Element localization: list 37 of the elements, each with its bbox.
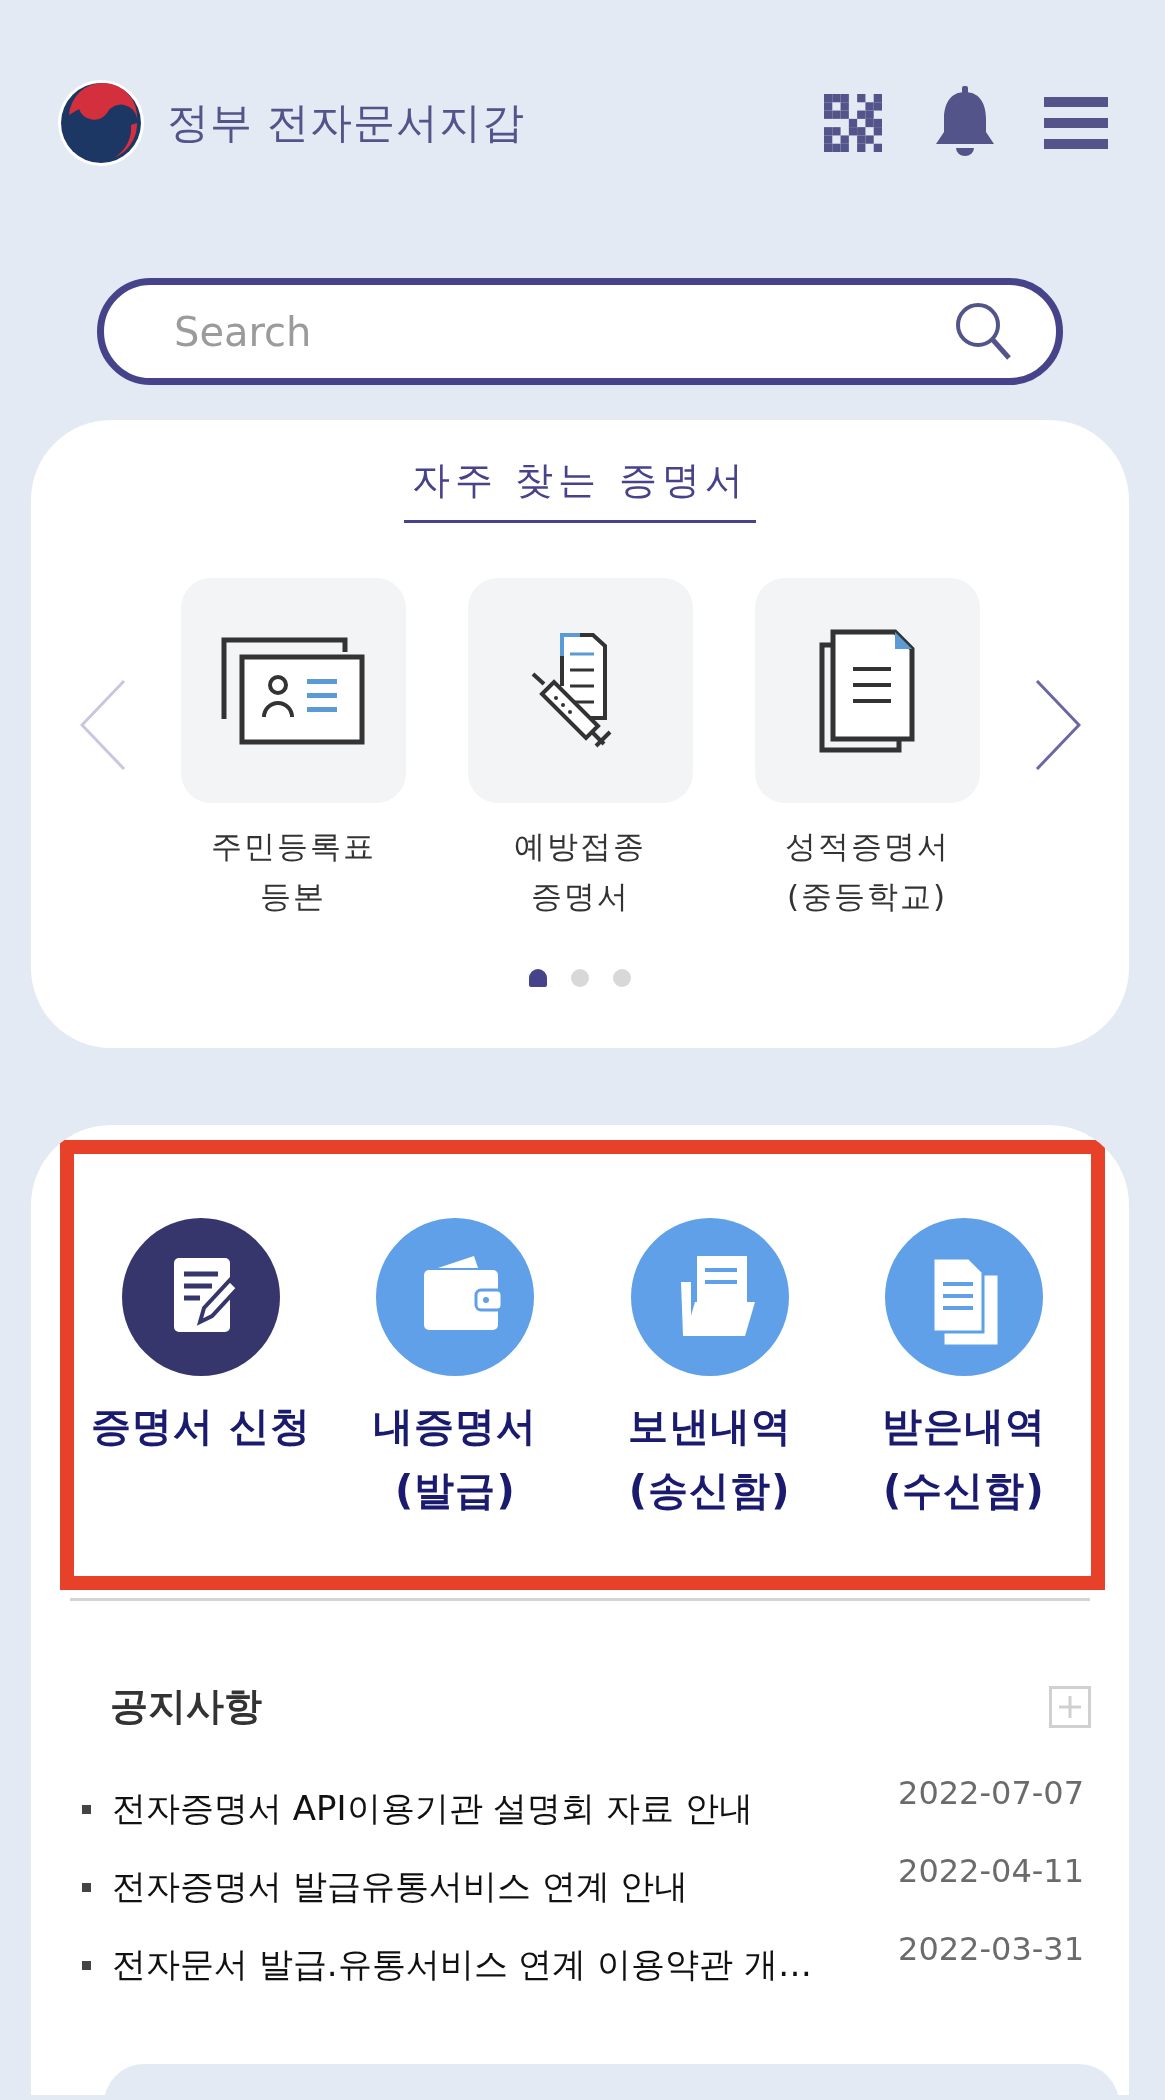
search-icon[interactable] — [953, 300, 1013, 362]
shortcut-label[interactable]: 증명서 신청 — [91, 1394, 312, 1458]
notice-date: 2022-07-07 — [898, 1774, 1084, 1812]
shortcut-label[interactable]: 내증명서 (발급) — [373, 1394, 538, 1522]
page-dot[interactable] — [613, 969, 631, 987]
certificate-tile[interactable] — [754, 578, 980, 803]
section-title: 자주 찾는 증명서 — [404, 455, 756, 523]
page-dot[interactable] — [571, 969, 589, 987]
notice-link[interactable]: 전자증명서 발급유통서비스 연계 안내 — [112, 1864, 899, 1910]
id-card-icon — [221, 636, 365, 745]
certificate-label[interactable]: 예방접종 증명서 — [514, 821, 646, 921]
folder-icon[interactable] — [630, 1218, 789, 1376]
certificate-tile[interactable] — [467, 578, 693, 803]
shortcut-label[interactable]: 보낸내역 (송신함) — [627, 1394, 792, 1522]
bullet-icon — [82, 1804, 91, 1814]
note-pencil-icon[interactable] — [122, 1218, 281, 1376]
notice-link[interactable]: 전자문서 발급.유통서비스 연계 이용약관 개… — [112, 1942, 899, 1988]
bullet-icon — [82, 1960, 91, 1970]
certificate-tile[interactable] — [180, 578, 406, 803]
shortcut-label[interactable]: 받은내역 (수신함) — [881, 1394, 1046, 1522]
menu-icon[interactable] — [1044, 97, 1108, 149]
certificate-label[interactable]: 주민등록표 등본 — [210, 821, 376, 921]
chevron-right-icon[interactable] — [1034, 680, 1081, 770]
documents-icon[interactable] — [884, 1218, 1043, 1376]
app-title: 정부 전자문서지갑 — [167, 97, 526, 149]
page-dot[interactable] — [529, 969, 547, 987]
certificate-label[interactable]: 성적증명서 (중등학교) — [784, 821, 950, 921]
bullet-icon — [82, 1882, 91, 1892]
wallet-icon[interactable] — [376, 1218, 535, 1376]
documents-icon — [819, 628, 915, 753]
notice-date: 2022-04-11 — [898, 1852, 1084, 1890]
qr-code-icon[interactable] — [824, 94, 882, 152]
search-field[interactable]: Search — [97, 278, 1063, 385]
emblem-icon — [57, 79, 145, 167]
notice-link[interactable]: 전자증명서 API이용기관 설명회 자료 안내 — [112, 1786, 899, 1832]
notice-date: 2022-03-31 — [898, 1930, 1084, 1968]
notice-heading: 공지사항 — [110, 1683, 262, 1730]
